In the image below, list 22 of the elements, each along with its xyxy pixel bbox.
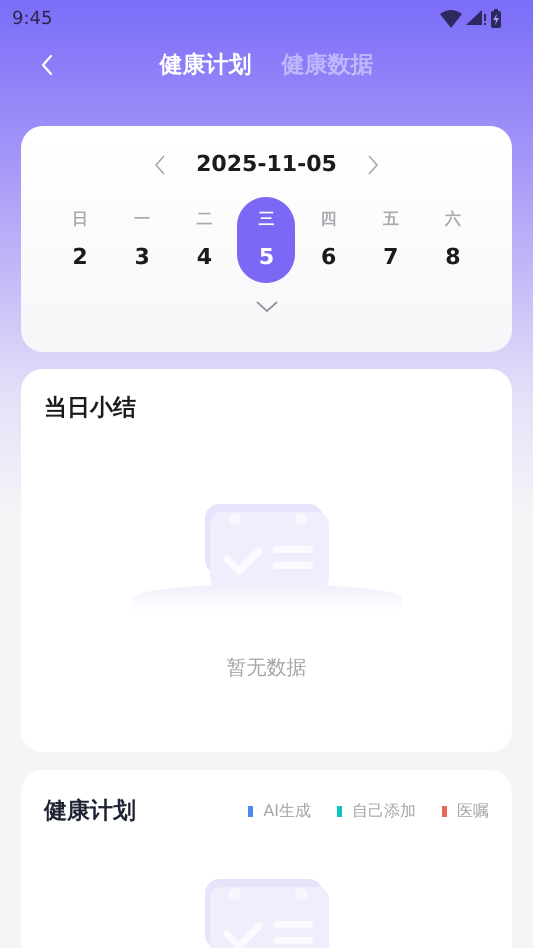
legend-label: AI生成 xyxy=(263,800,311,822)
empty-text: 暂无数据 xyxy=(226,654,306,680)
wifi-icon xyxy=(440,8,462,28)
day-cell[interactable]: 一 3 xyxy=(113,197,172,283)
status-time: 9:45 xyxy=(12,6,52,30)
next-icon[interactable] xyxy=(366,154,379,174)
day-cell[interactable]: 日 2 xyxy=(51,197,110,283)
battery-icon xyxy=(491,8,501,28)
expand-icon[interactable] xyxy=(256,301,278,313)
previous-icon[interactable] xyxy=(154,154,166,174)
card-title: 当日小结 xyxy=(44,394,137,423)
signal-icon xyxy=(466,10,487,26)
day-cell[interactable]: 三 5 xyxy=(237,197,296,283)
back-icon[interactable] xyxy=(40,54,54,76)
card-title: 健康计划 xyxy=(44,797,136,826)
legend-label: 自己添加 xyxy=(352,800,416,822)
legend-label: 医嘱 xyxy=(457,800,489,822)
calendar-date: 2025-11-05 xyxy=(196,151,337,179)
day-cell[interactable]: 六 8 xyxy=(424,197,482,283)
day-cell[interactable]: 二 4 xyxy=(175,197,234,283)
day-cell[interactable]: 五 7 xyxy=(362,197,420,283)
day-cell[interactable]: 四 6 xyxy=(300,197,358,283)
